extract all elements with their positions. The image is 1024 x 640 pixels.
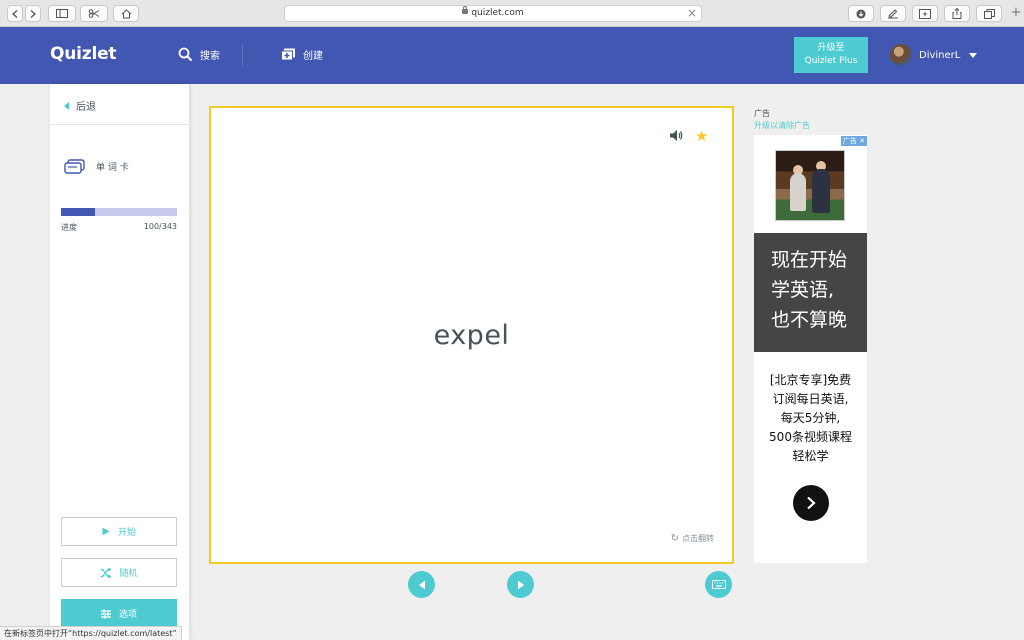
new-tab-button[interactable]: + xyxy=(1008,5,1024,27)
caret-right-icon xyxy=(517,580,524,589)
study-sidebar: 后退 单 词 卡 进度 100/343 开始 随机 选项 xyxy=(50,84,189,640)
ad-image-figure xyxy=(812,169,830,213)
chevron-left-icon xyxy=(12,9,18,18)
browser-toolbar: quizlet.com × + xyxy=(0,0,1024,27)
add-set-icon xyxy=(281,48,295,61)
ad-body-line: 订阅每日英语, xyxy=(772,392,849,406)
keyboard-shortcuts-button[interactable] xyxy=(705,571,732,598)
shuffle-label: 随机 xyxy=(119,569,138,579)
sidebar-toggle-button[interactable] xyxy=(48,5,76,22)
ad-body-line: 500条视频课程 xyxy=(769,430,852,444)
ad-body-line: 每天5分钟, xyxy=(780,411,841,425)
notes-button[interactable] xyxy=(880,5,906,22)
ad-banner[interactable]: 广告 ✕ 现在开始 学英语, 也不算晚 [北京专享]免费 订阅每日英语, 每天5… xyxy=(754,135,867,563)
reading-list-button[interactable] xyxy=(80,5,108,22)
card-term: expel xyxy=(433,320,510,351)
play-icon xyxy=(102,527,110,536)
shuffle-icon xyxy=(100,567,112,578)
download-icon xyxy=(856,9,866,18)
ad-body: [北京专享]免费 订阅每日英语, 每天5分钟, 500条视频课程 轻松学 xyxy=(754,371,867,466)
search-label: 搜索 xyxy=(200,51,220,62)
ad-image-figure xyxy=(790,173,806,211)
keyboard-icon xyxy=(711,580,726,589)
url-text: quizlet.com xyxy=(471,8,524,18)
user-menu[interactable]: DivinerL xyxy=(890,44,978,66)
upgrade-line2: Quizlet Plus xyxy=(804,56,858,66)
address-url: quizlet.com xyxy=(285,6,701,18)
divider xyxy=(50,124,189,125)
chevron-right-icon xyxy=(30,9,36,18)
start-button[interactable]: 开始 xyxy=(61,517,177,546)
ad-label: 广告 xyxy=(754,109,770,118)
lock-icon xyxy=(462,6,469,14)
forward-nav-button[interactable] xyxy=(25,5,41,22)
downloads-button[interactable] xyxy=(848,5,874,22)
home-icon xyxy=(121,8,131,18)
site-header: Quizlet 搜索 创建 升级至 Quizlet Plus DivinerL xyxy=(0,27,1024,84)
progress-label: 进度 xyxy=(61,223,77,232)
chevron-right-icon xyxy=(807,496,816,510)
tabs-overview-button[interactable] xyxy=(976,5,1002,22)
search-nav[interactable]: 搜索 xyxy=(178,47,220,62)
start-label: 开始 xyxy=(117,528,136,538)
progress-bar xyxy=(61,208,177,216)
link-status-bar: 在新标签页中打开“https://quizlet.com/latest” xyxy=(0,626,182,640)
ad-body-line: 轻松学 xyxy=(792,449,829,463)
caret-down-icon xyxy=(969,52,978,58)
create-label: 创建 xyxy=(303,51,323,62)
address-bar[interactable]: quizlet.com × xyxy=(284,5,702,22)
ad-body-line: [北京专享]免费 xyxy=(769,373,852,387)
shuffle-button[interactable]: 随机 xyxy=(61,558,177,587)
mode-label: 单 词 卡 xyxy=(96,163,129,173)
back-nav-button[interactable] xyxy=(7,5,23,22)
ad-go-button[interactable] xyxy=(793,485,829,521)
options-label: 选项 xyxy=(118,610,137,620)
options-button[interactable]: 选项 xyxy=(61,599,177,628)
progress-count: 100/343 xyxy=(143,222,177,231)
tabs-icon xyxy=(983,8,995,19)
create-nav[interactable]: 创建 xyxy=(281,47,323,62)
ad-choices-tag[interactable]: 广告 ✕ xyxy=(840,136,867,146)
mode-title: 单 词 卡 xyxy=(64,159,129,174)
share-icon xyxy=(952,8,962,19)
nav-divider xyxy=(242,44,243,66)
ad-image xyxy=(775,150,845,221)
username: DivinerL xyxy=(919,49,961,61)
flashcards-icon xyxy=(64,159,85,174)
progress-fill xyxy=(61,208,95,216)
next-card-button[interactable] xyxy=(507,571,534,598)
ad-headline: 现在开始 学英语, 也不算晚 xyxy=(754,233,867,352)
previous-card-button[interactable] xyxy=(408,571,435,598)
rotate-icon: ↻ xyxy=(670,533,679,544)
upgrade-button[interactable]: 升级至 Quizlet Plus xyxy=(794,37,868,73)
scissors-icon xyxy=(88,9,100,18)
avatar xyxy=(890,44,912,66)
sidebar-icon xyxy=(56,9,68,18)
quizlet-logo[interactable]: Quizlet xyxy=(50,44,117,64)
speaker-icon[interactable] xyxy=(669,129,683,142)
upgrade-line1: 升级至 xyxy=(817,43,845,53)
ad-headline-line: 学英语, xyxy=(771,279,835,301)
share-button[interactable] xyxy=(944,5,970,22)
ad-tag-text: 广告 xyxy=(842,137,857,145)
remove-ads-link[interactable]: 升级以清除广告 xyxy=(754,120,810,131)
reader-button[interactable] xyxy=(912,5,938,22)
flashcard[interactable]: ★ expel ↻ 点击翻转 xyxy=(209,106,734,564)
back-link[interactable]: 后退 xyxy=(64,98,96,113)
ad-headline-line: 也不算晚 xyxy=(771,309,848,331)
home-button[interactable] xyxy=(113,5,139,22)
sparkle-icon xyxy=(919,8,931,19)
ad-headline-line: 现在开始 xyxy=(771,249,848,271)
back-label: 后退 xyxy=(76,102,96,113)
pencil-icon xyxy=(888,8,898,18)
star-icon[interactable]: ★ xyxy=(695,127,708,145)
search-icon xyxy=(178,47,193,62)
chevron-left-icon xyxy=(64,101,69,110)
stop-icon[interactable]: × xyxy=(687,6,697,20)
flip-hint-label: 点击翻转 xyxy=(682,534,714,543)
settings-sliders-icon xyxy=(100,609,111,618)
flip-hint[interactable]: ↻ 点击翻转 xyxy=(671,533,714,544)
caret-left-icon xyxy=(418,580,425,589)
